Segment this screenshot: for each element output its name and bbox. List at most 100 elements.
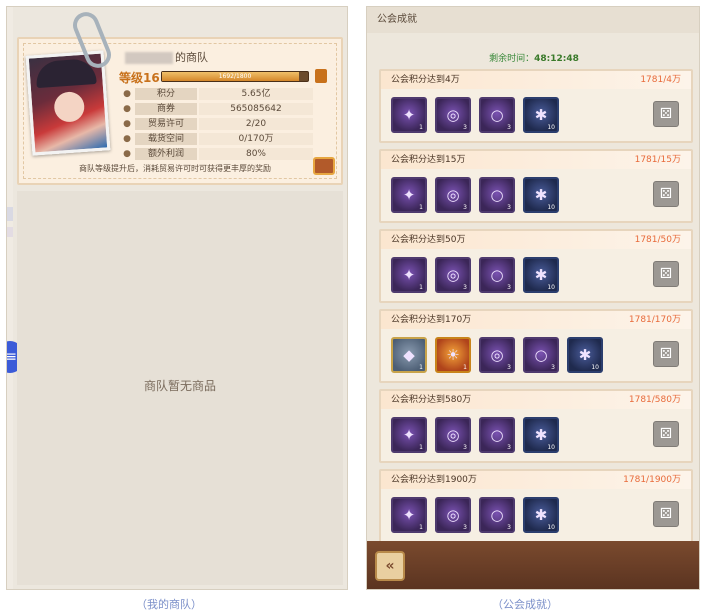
reward-item-count: 10 bbox=[547, 524, 555, 531]
reward-item-count: 1 bbox=[419, 204, 423, 211]
reward-item-count: 10 bbox=[547, 444, 555, 451]
reward-item-glyph: ✦ bbox=[402, 186, 416, 204]
reward-item-count: 3 bbox=[463, 284, 467, 291]
reward-item-icon[interactable]: ◎ 3 bbox=[479, 337, 515, 373]
bottom-bar: « bbox=[367, 541, 699, 589]
stat-row: ● 额外利润 80% bbox=[121, 147, 313, 161]
reward-item-glyph: ○ bbox=[490, 506, 504, 524]
reward-item-icon[interactable]: ◎ 3 bbox=[435, 177, 471, 213]
stat-value: 2/20 bbox=[199, 118, 313, 130]
reward-item-count: 3 bbox=[507, 124, 511, 131]
back-button[interactable]: « bbox=[375, 551, 405, 581]
achievement-progress: 1781/170万 bbox=[628, 315, 681, 325]
reward-item-icon[interactable]: ◎ 3 bbox=[435, 257, 471, 293]
reward-item-count: 1 bbox=[463, 364, 467, 371]
reward-item-icon[interactable]: ✱ 10 bbox=[523, 177, 559, 213]
reward-item-icon[interactable]: ✦ 1 bbox=[391, 417, 427, 453]
reward-item-count: 1 bbox=[419, 284, 423, 291]
reward-item-count: 10 bbox=[547, 204, 555, 211]
reward-item-count: 3 bbox=[463, 204, 467, 211]
stat-label: 贸易许可 bbox=[135, 118, 197, 130]
reward-item-icon[interactable]: ✱ 10 bbox=[567, 337, 603, 373]
reward-item-icon[interactable]: ○ 3 bbox=[479, 257, 515, 293]
gift-box-icon[interactable]: ⚄ bbox=[653, 101, 679, 127]
stat-value: 0/170万 bbox=[199, 133, 313, 145]
achievement-card: 公会积分达到15万 1781/15万 ✦ 1 ◎ 3 ○ 3 ✱ 10 ⚄ bbox=[379, 149, 693, 223]
reward-item-icon[interactable]: ✦ 1 bbox=[391, 257, 427, 293]
license-icon: ● bbox=[123, 119, 131, 129]
reward-item-icon[interactable]: ○ 3 bbox=[523, 337, 559, 373]
reward-item-icon[interactable]: ○ 3 bbox=[479, 417, 515, 453]
reward-item-icon[interactable]: ☀ 1 bbox=[435, 337, 471, 373]
stat-row: ● 商券 565085642 bbox=[121, 102, 313, 116]
reward-item-count: 1 bbox=[419, 124, 423, 131]
stat-value: 565085642 bbox=[199, 103, 313, 115]
reward-item-glyph: ◎ bbox=[490, 346, 504, 364]
reward-item-icon[interactable]: ○ 3 bbox=[479, 497, 515, 533]
reward-item-glyph: ✱ bbox=[578, 346, 592, 364]
reward-item-icon[interactable]: ✦ 1 bbox=[391, 177, 427, 213]
reward-items: ✦ 1 ◎ 3 ○ 3 ✱ 10 bbox=[391, 417, 559, 453]
stat-value: 80% bbox=[199, 148, 313, 160]
achievement-card: 公会积分达到170万 1781/170万 ◆ 1 ☀ 1 ◎ 3 ○ 3 ✱ 10 ⚄ bbox=[379, 309, 693, 383]
reward-item-glyph: ✱ bbox=[534, 266, 548, 284]
reward-item-count: 1 bbox=[419, 444, 423, 451]
phone-icon: ● bbox=[123, 104, 131, 114]
gift-box-icon[interactable]: ⚄ bbox=[653, 181, 679, 207]
reward-item-icon[interactable]: ✱ 10 bbox=[523, 497, 559, 533]
reward-item-count: 3 bbox=[507, 204, 511, 211]
reward-item-count: 3 bbox=[551, 364, 555, 371]
achievement-progress: 1781/50万 bbox=[634, 235, 681, 245]
reward-items: ✦ 1 ◎ 3 ○ 3 ✱ 10 bbox=[391, 497, 559, 533]
reward-item-icon[interactable]: ✦ 1 bbox=[391, 497, 427, 533]
reward-item-count: 1 bbox=[419, 524, 423, 531]
remaining-time: 剩余时间：48:12:48 bbox=[381, 51, 687, 64]
achievement-card: 公会积分达到50万 1781/50万 ✦ 1 ◎ 3 ○ 3 ✱ 10 ⚄ bbox=[379, 229, 693, 303]
reward-item-icon[interactable]: ◎ 3 bbox=[435, 417, 471, 453]
guild-achievement-panel: 公会成就 剩余时间：48:12:48 公会积分达到4万 1781/4万 ✦ 1 ◎ 3 ○ 3… bbox=[366, 6, 700, 590]
empty-goods-text: 商队暂无商品 bbox=[143, 379, 216, 393]
reward-item-icon[interactable]: ◆ 1 bbox=[391, 337, 427, 373]
level-info-button[interactable] bbox=[315, 69, 327, 83]
gift-box-icon[interactable]: ⚄ bbox=[653, 341, 679, 367]
reward-item-glyph: ☀ bbox=[446, 346, 460, 364]
reward-item-count: 10 bbox=[547, 124, 555, 131]
my-caravan-panel: ≡ 的商队 等级16 1692/1800 ● 积分 5.65亿 ● 商券 56508564… bbox=[6, 6, 348, 590]
stat-label: 额外利润 bbox=[135, 148, 197, 160]
achievement-list: 公会积分达到4万 1781/4万 ✦ 1 ◎ 3 ○ 3 ✱ 10 ⚄ 公会积分达到15万 1781/1… bbox=[379, 69, 693, 549]
treasure-chest-icon[interactable] bbox=[313, 157, 335, 175]
cargo-icon: ● bbox=[123, 134, 131, 144]
reward-item-icon[interactable]: ✱ 10 bbox=[523, 257, 559, 293]
achievement-progress: 1781/1900万 bbox=[623, 475, 681, 485]
reward-item-icon[interactable]: ◎ 3 bbox=[435, 97, 471, 133]
achievement-progress: 1781/580万 bbox=[628, 395, 681, 405]
reward-item-icon[interactable]: ○ 3 bbox=[479, 177, 515, 213]
achievement-progress: 1781/4万 bbox=[640, 75, 681, 85]
reward-item-icon[interactable]: ✦ 1 bbox=[391, 97, 427, 133]
reward-item-icon[interactable]: ○ 3 bbox=[479, 97, 515, 133]
timer-value: 48:12:48 bbox=[534, 54, 579, 64]
reward-item-icon[interactable]: ◎ 3 bbox=[435, 497, 471, 533]
reward-item-count: 10 bbox=[547, 284, 555, 291]
reward-item-glyph: ✦ bbox=[402, 266, 416, 284]
reward-item-count: 3 bbox=[463, 124, 467, 131]
level-progress-bar: 1692/1800 bbox=[161, 71, 309, 82]
gift-box-icon[interactable]: ⚄ bbox=[653, 501, 679, 527]
reward-item-glyph: ◎ bbox=[446, 426, 460, 444]
reward-item-glyph: ○ bbox=[490, 266, 504, 284]
reward-item-glyph: ◎ bbox=[446, 266, 460, 284]
left-caption: （我的商队） bbox=[136, 598, 202, 611]
face-shape bbox=[53, 90, 86, 123]
reward-item-glyph: ✱ bbox=[534, 506, 548, 524]
reward-item-glyph: ○ bbox=[534, 346, 548, 364]
reward-item-icon[interactable]: ✱ 10 bbox=[523, 417, 559, 453]
reward-item-glyph: ◎ bbox=[446, 186, 460, 204]
gift-box-icon[interactable]: ⚄ bbox=[653, 421, 679, 447]
gift-box-icon[interactable]: ⚄ bbox=[653, 261, 679, 287]
left-edge-strip bbox=[7, 7, 13, 589]
stat-label: 商券 bbox=[135, 103, 197, 115]
reward-item-icon[interactable]: ✱ 10 bbox=[523, 97, 559, 133]
reward-item-glyph: ○ bbox=[490, 186, 504, 204]
reward-item-glyph: ◎ bbox=[446, 106, 460, 124]
stat-row: ● 积分 5.65亿 bbox=[121, 87, 313, 101]
